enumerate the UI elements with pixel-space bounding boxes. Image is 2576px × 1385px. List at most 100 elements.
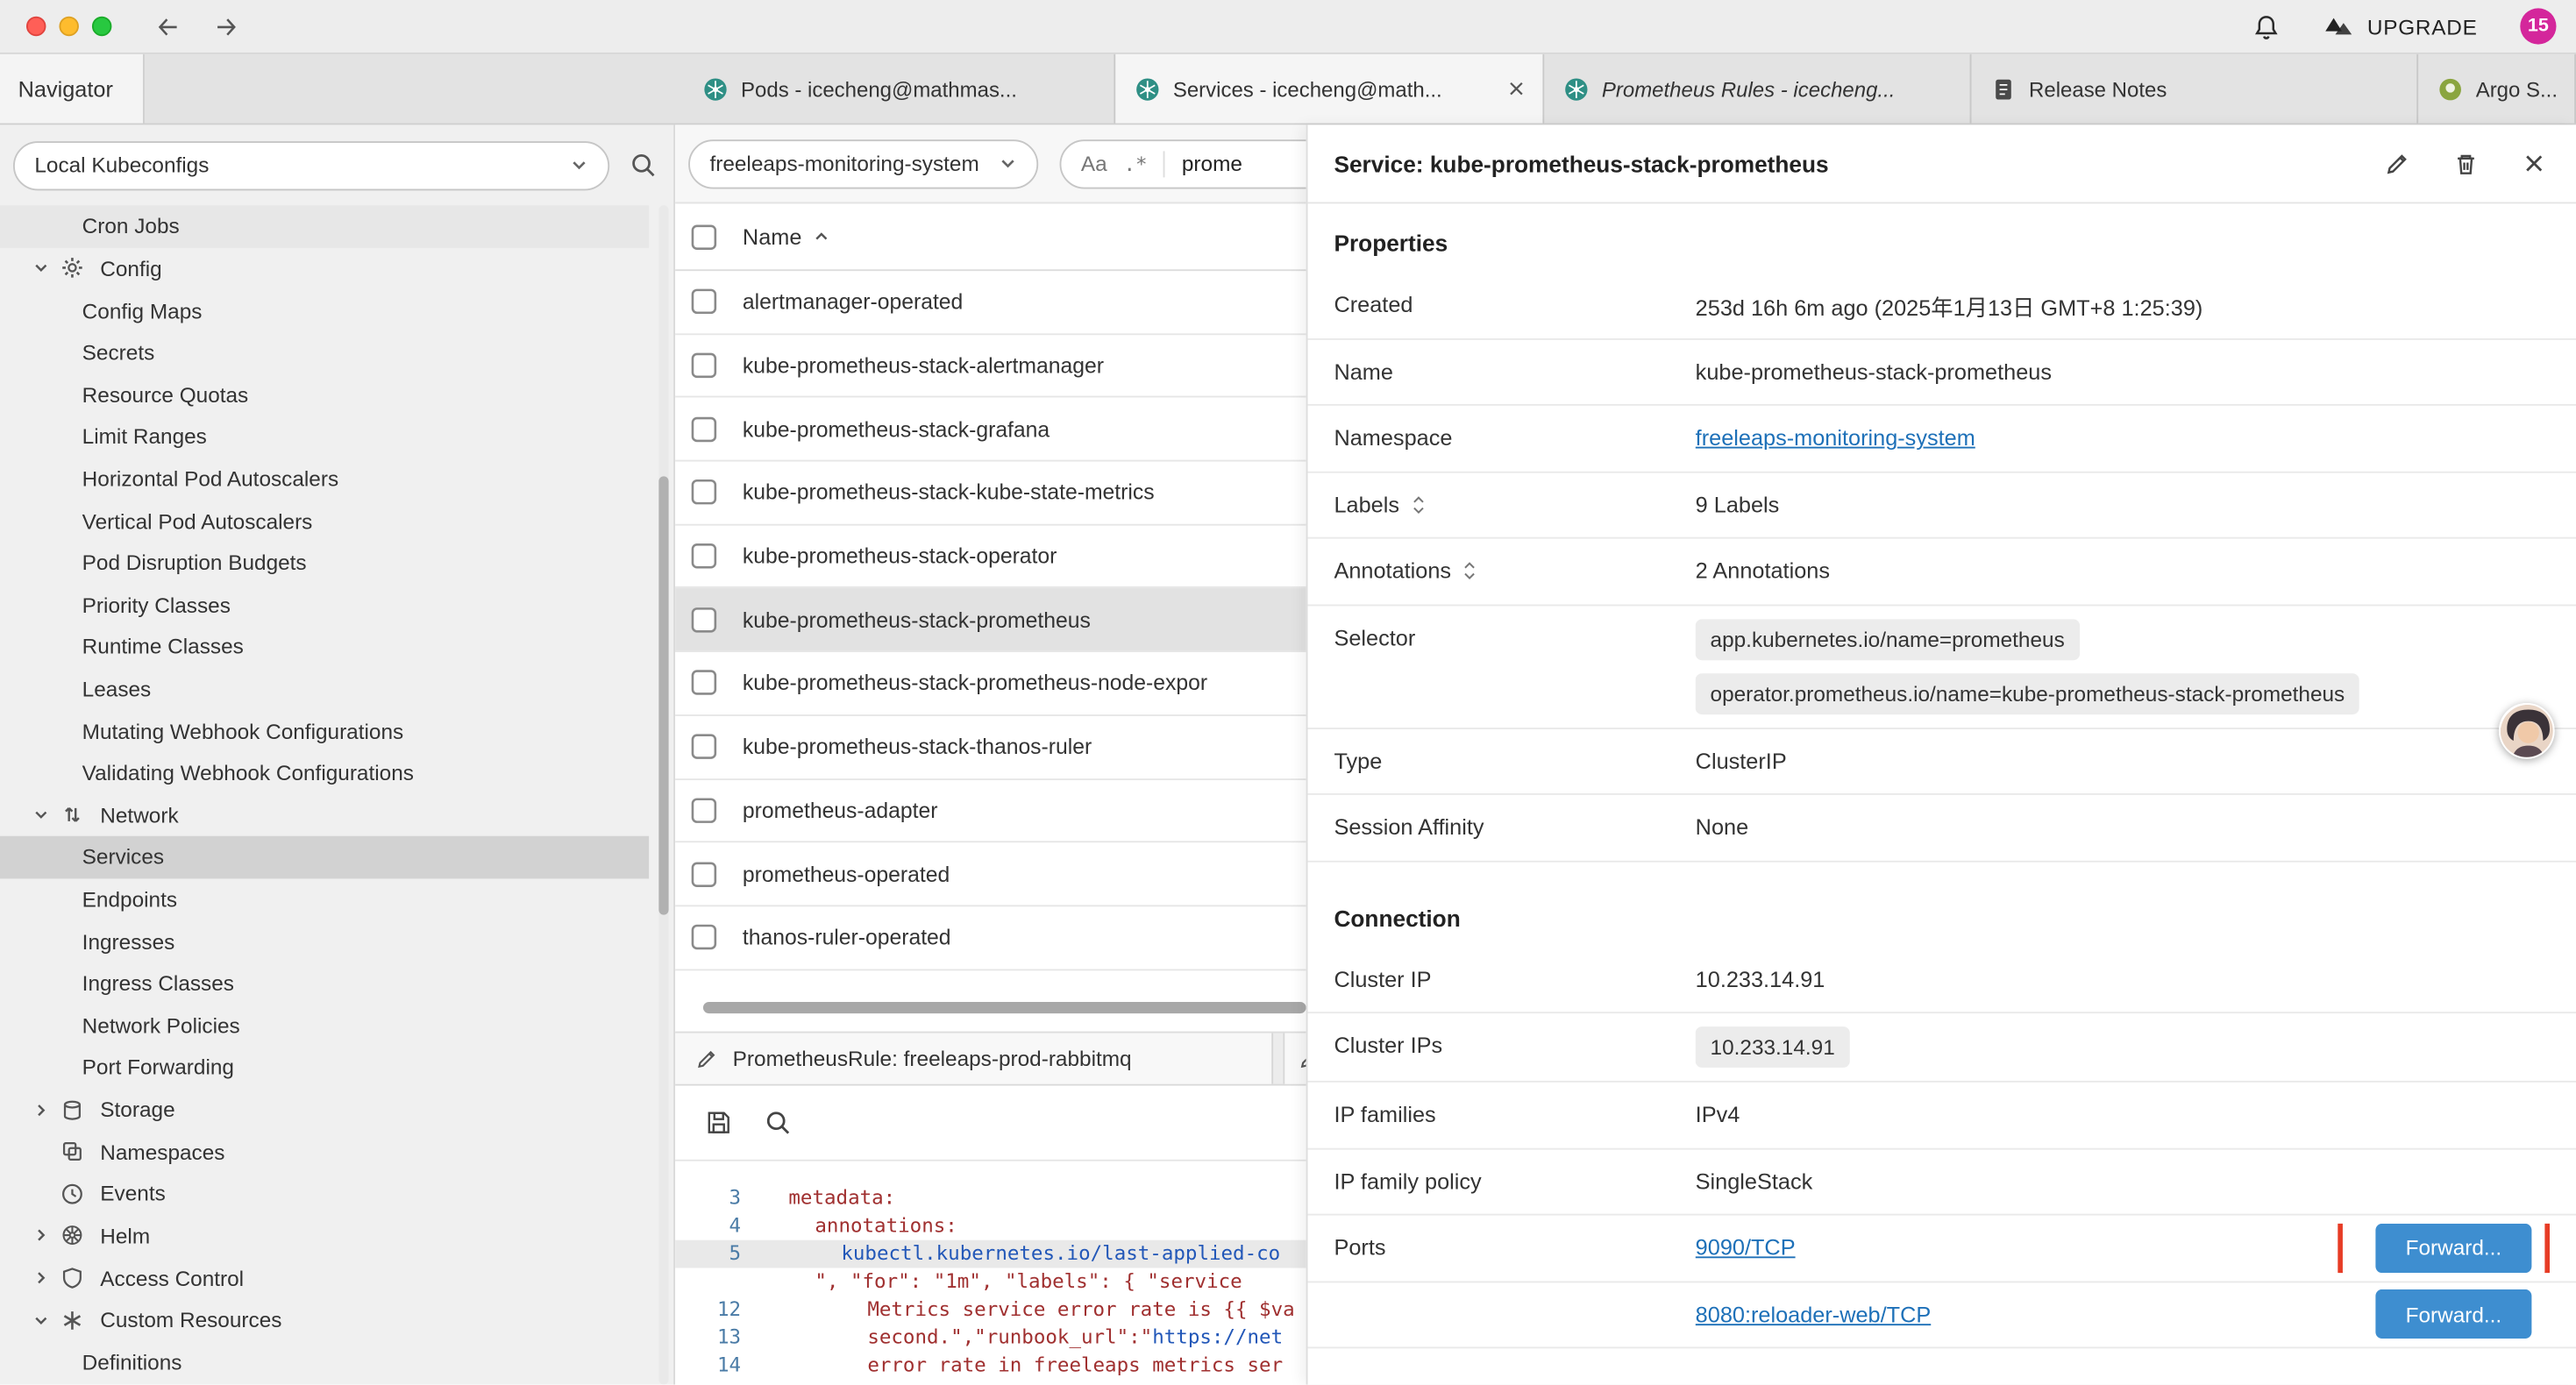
sidebar-item-definitions[interactable]: Definitions xyxy=(0,1341,649,1383)
match-case-toggle[interactable]: Aa xyxy=(1081,151,1107,175)
table-row-thanos-ruler-operated[interactable]: thanos-ruler-operated xyxy=(675,906,1306,970)
sidebar-item-mutating-webhook-configurations[interactable]: Mutating Webhook Configurations xyxy=(0,710,649,752)
sidebar-item-priority-classes[interactable]: Priority Classes xyxy=(0,584,649,626)
table-row-kube-prometheus-stack-thanos-ruler[interactable]: kube-prometheus-stack-thanos-ruler xyxy=(675,716,1306,779)
table-row-prometheus-adapter[interactable]: prometheus-adapter xyxy=(675,779,1306,842)
select-all-checkbox[interactable] xyxy=(690,223,718,251)
window-close-button[interactable] xyxy=(26,17,46,36)
search-query-text: prome xyxy=(1182,151,1242,175)
table-row-kube-prometheus-stack-alertmanager[interactable]: kube-prometheus-stack-alertmanager xyxy=(675,335,1306,398)
namespaces-icon xyxy=(60,1140,85,1163)
checkbox[interactable] xyxy=(690,416,718,444)
tab-release-notes[interactable]: Release Notes xyxy=(1971,54,2418,124)
sidebar-item-network-policies[interactable]: Network Policies xyxy=(0,1005,649,1047)
sidebar-item-storage[interactable]: Storage xyxy=(0,1089,649,1131)
user-avatar[interactable] xyxy=(2499,703,2555,759)
notifications-bell-icon[interactable] xyxy=(2252,12,2281,40)
table-row-alertmanager-operated[interactable]: alertmanager-operated xyxy=(675,271,1306,334)
sidebar-item-services[interactable]: Services xyxy=(0,836,649,878)
delete-trash-icon[interactable] xyxy=(2452,150,2479,176)
back-arrow-icon[interactable] xyxy=(154,12,182,40)
chevron-down-icon xyxy=(30,260,53,277)
regex-toggle[interactable]: .* xyxy=(1123,152,1147,174)
sidebar-item-port-forwarding[interactable]: Port Forwarding xyxy=(0,1047,649,1089)
property-label-text: Ports xyxy=(1334,1236,1385,1261)
name-column-header[interactable]: Name xyxy=(743,224,829,249)
sidebar-item-cron-jobs[interactable]: Cron Jobs xyxy=(0,205,649,247)
property-row-session-affinity: Session AffinityNone xyxy=(1307,795,2576,862)
property-label-text: Namespace xyxy=(1334,426,1452,451)
tab-services-icecheng-math[interactable]: Services - icecheng@math... xyxy=(1115,54,1544,124)
forward-arrow-icon[interactable] xyxy=(212,12,240,40)
sidebar-item-endpoints[interactable]: Endpoints xyxy=(0,878,649,920)
port-link[interactable]: 9090/TCP xyxy=(1696,1236,1796,1261)
sidebar-item-helm[interactable]: Helm xyxy=(0,1215,649,1257)
kubeconfig-selector[interactable]: Local Kubeconfigs xyxy=(13,140,609,189)
checkbox[interactable] xyxy=(690,796,718,824)
tab-argo-s[interactable]: Argo S... xyxy=(2418,54,2576,124)
tab-prometheus-rules-icecheng[interactable]: Prometheus Rules - icecheng... xyxy=(1544,54,1971,124)
sidebar-item-label: Helm xyxy=(100,1224,150,1248)
close-tab-icon[interactable] xyxy=(1506,79,1526,98)
sidebar-item-horizontal-pod-autoscalers[interactable]: Horizontal Pod Autoscalers xyxy=(0,458,649,500)
notification-count-badge[interactable]: 15 xyxy=(2520,8,2556,44)
table-row-kube-prometheus-stack-grafana[interactable]: kube-prometheus-stack-grafana xyxy=(675,398,1306,461)
port-link[interactable]: 8080:reloader-web/TCP xyxy=(1696,1302,1932,1326)
sidebar-item-config-maps[interactable]: Config Maps xyxy=(0,289,649,331)
forward-button[interactable]: Forward... xyxy=(2375,1223,2531,1272)
sidebar-item-custom-resources[interactable]: Custom Resources xyxy=(0,1299,649,1341)
search-input[interactable]: Aa .* prome xyxy=(1060,138,1306,188)
checkbox[interactable] xyxy=(690,288,718,316)
checkbox[interactable] xyxy=(690,733,718,761)
sidebar-item-events[interactable]: Events xyxy=(0,1173,649,1215)
table-row-prometheus-operated[interactable]: prometheus-operated xyxy=(675,843,1306,906)
table-row-kube-prometheus-stack-prometheus[interactable]: kube-prometheus-stack-prometheus xyxy=(675,589,1306,652)
namespace-filter-select[interactable]: freeleaps-monitoring-system xyxy=(688,138,1038,188)
sidebar-item-limit-ranges[interactable]: Limit Ranges xyxy=(0,416,649,458)
sidebar-item-runtime-classes[interactable]: Runtime Classes xyxy=(0,626,649,668)
sidebar-item-leases[interactable]: Leases xyxy=(0,668,649,710)
sidebar-item-ingress-classes[interactable]: Ingress Classes xyxy=(0,962,649,1005)
sidebar-item-secrets[interactable]: Secrets xyxy=(0,331,649,373)
code-token: error rate in freeleaps metrics ser xyxy=(867,1353,1283,1376)
checkbox[interactable] xyxy=(690,543,718,571)
table-row-kube-prometheus-stack-operator[interactable]: kube-prometheus-stack-operator xyxy=(675,525,1306,588)
sidebar-search-icon[interactable] xyxy=(630,151,658,179)
save-icon[interactable] xyxy=(705,1109,733,1137)
editor-tab-partial[interactable] xyxy=(1283,1033,1306,1084)
sidebar-item-access-control[interactable]: Access Control xyxy=(0,1257,649,1299)
service-name: prometheus-adapter xyxy=(743,798,938,822)
horizontal-scrollbar-thumb[interactable] xyxy=(703,1002,1306,1013)
sidebar-item-config[interactable]: Config xyxy=(0,247,649,289)
close-icon[interactable] xyxy=(2522,151,2546,175)
checkbox[interactable] xyxy=(690,352,718,380)
checkbox[interactable] xyxy=(690,860,718,888)
namespace-link[interactable]: freeleaps-monitoring-system xyxy=(1696,426,1975,451)
checkbox[interactable] xyxy=(690,606,718,634)
checkbox[interactable] xyxy=(690,479,718,507)
window-zoom-button[interactable] xyxy=(92,17,111,36)
editor-tab-prometheusrule[interactable]: PrometheusRule: freeleaps-prod-rabbitmq xyxy=(675,1033,1273,1084)
window-minimize-button[interactable] xyxy=(59,17,78,36)
checkbox[interactable] xyxy=(690,923,718,951)
sidebar-item-ingresses[interactable]: Ingresses xyxy=(0,920,649,962)
sort-arrows-icon[interactable] xyxy=(1462,560,1477,581)
checkbox[interactable] xyxy=(690,669,718,697)
sidebar-item-resource-quotas[interactable]: Resource Quotas xyxy=(0,373,649,416)
forward-button[interactable]: Forward... xyxy=(2375,1289,2531,1339)
sidebar-item-namespaces[interactable]: Namespaces xyxy=(0,1131,649,1173)
table-row-kube-prometheus-stack-prometheus-node-expor[interactable]: kube-prometheus-stack-prometheus-node-ex… xyxy=(675,652,1306,715)
sidebar-scrollbar-thumb[interactable] xyxy=(658,476,668,914)
table-row-kube-prometheus-stack-kube-state-metrics[interactable]: kube-prometheus-stack-kube-state-metrics xyxy=(675,462,1306,525)
tab-pods-icecheng-mathmas[interactable]: Pods - icecheng@mathmas... xyxy=(683,54,1115,124)
sidebar-item-pod-disruption-budgets[interactable]: Pod Disruption Budgets xyxy=(0,542,649,584)
sidebar-item-validating-webhook-configurations[interactable]: Validating Webhook Configurations xyxy=(0,752,649,794)
upgrade-button[interactable]: UPGRADE xyxy=(2323,13,2477,39)
editor-search-icon[interactable] xyxy=(764,1109,792,1137)
sidebar-item-vertical-pod-autoscalers[interactable]: Vertical Pod Autoscalers xyxy=(0,500,649,542)
sort-arrows-icon[interactable] xyxy=(1411,494,1426,515)
editor-tabstrip: PrometheusRule: freeleaps-prod-rabbitmq xyxy=(675,1032,1306,1086)
sidebar-item-network[interactable]: Network xyxy=(0,794,649,836)
yaml-editor[interactable]: 3metadata:4annotations:5kubectl.kubernet… xyxy=(675,1161,1306,1385)
edit-pencil-icon[interactable] xyxy=(2384,150,2410,176)
